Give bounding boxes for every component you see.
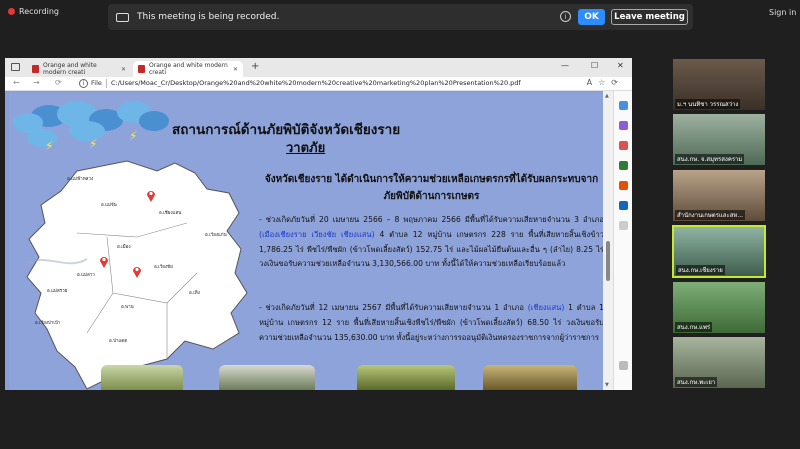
tab-label: Orange and white modern creati: [149, 62, 228, 76]
settings-icon[interactable]: [619, 361, 628, 370]
divider: [106, 79, 107, 88]
maximize-button[interactable]: ☐: [591, 61, 598, 70]
pdf-icon: [138, 65, 145, 73]
crop-damage-photo: [357, 365, 455, 390]
outlook-icon[interactable]: [619, 201, 628, 210]
info-icon[interactable]: i: [560, 11, 571, 22]
browser-tab-1[interactable]: Orange and white modern creati ✕: [27, 61, 131, 77]
tab-actions-icon[interactable]: [11, 63, 20, 71]
map-label: อ.เวียงแก่น: [205, 233, 227, 238]
incident-paragraph-2: - ช่วงเกิดภัยวันที่ 12 เมษายน 2567 มีพื้…: [259, 303, 603, 342]
tab-label: Orange and white modern creati: [43, 62, 97, 76]
map-label: อ.เมือง: [117, 245, 131, 250]
map-label: อ.ป่าแดด: [109, 339, 128, 344]
slide-heading: จังหวัดเชียงราย ได้ดำเนินการให้ความช่วยเ…: [264, 174, 599, 202]
recording-indicator: Recording: [8, 7, 59, 16]
participant-name: สนง.กษ. จ.สมุทรสงคราม: [675, 154, 745, 164]
forward-icon[interactable]: →: [33, 78, 40, 87]
tab-strip: Orange and white modern creati ✕ Orange …: [5, 58, 632, 77]
search-icon[interactable]: [619, 101, 628, 110]
office-icon[interactable]: [619, 181, 628, 190]
participant-name: สนง.กษ.พะเยา: [675, 377, 718, 387]
participant-tile[interactable]: สนง.กษ.แพร่: [672, 281, 766, 334]
corn-damage-photo: [483, 365, 577, 390]
map-label: อ.แม่จัน: [101, 203, 117, 208]
slide-page: ⚡ ⚡ ⚡ อ.แม่ฟ้าหลวง อ.แม่จัน อ.เชียงแสน อ…: [9, 93, 603, 390]
map-label: อ.พาน: [121, 305, 134, 310]
back-icon[interactable]: ←: [13, 78, 20, 87]
new-tab-button[interactable]: +: [251, 61, 259, 72]
participant-name: สนง.กษ.เชียงราย: [676, 265, 725, 275]
scroll-thumb[interactable]: [606, 241, 610, 281]
pdf-icon: [32, 65, 39, 73]
leave-meeting-button[interactable]: Leave meeting: [611, 9, 688, 25]
vertical-scrollbar[interactable]: ▲ ▼: [603, 91, 613, 390]
close-window-button[interactable]: ✕: [617, 61, 624, 70]
incident-paragraph-1: - ช่วงเกิดภัยวันที่ 20 เมษายน 2566 – 8 พ…: [259, 215, 603, 269]
map-label: อ.เวียงป่าเป้า: [35, 321, 61, 326]
shared-browser-window: Orange and white modern creati ✕ Orange …: [5, 58, 632, 390]
map-label: อ.เวียงชัย: [154, 265, 173, 270]
location-pin-icon: [100, 257, 108, 268]
record-dot-icon: [8, 8, 15, 15]
url-field[interactable]: C:/Users/Moac_Cr/Desktop/Orange%20and%20…: [111, 79, 521, 87]
map-label: อ.เทิง: [189, 291, 200, 296]
address-bar: ← → ⟳ i File C:/Users/Moac_Cr/Desktop/Or…: [5, 77, 632, 91]
edge-sidebar: [613, 91, 632, 390]
location-pin-icon: [133, 267, 141, 278]
meeting-topbar: Recording This meeting is being recorded…: [0, 0, 800, 30]
field-photo: [101, 365, 183, 390]
participant-name: สนง.กษ.แพร่: [675, 322, 713, 332]
refresh-icon[interactable]: ⟳: [55, 78, 62, 87]
participant-name: สำนักงานเกษตรและสห...: [675, 210, 746, 220]
tools-icon[interactable]: [619, 161, 628, 170]
page-tools[interactable]: A☆⟳: [587, 78, 624, 87]
participant-tile[interactable]: สนง.กษ.พะเยา: [672, 336, 766, 389]
map-label: อ.แม่สรวย: [47, 289, 68, 294]
map-label: อ.เชียงแสน: [159, 211, 182, 216]
close-tab-icon[interactable]: ✕: [233, 66, 238, 73]
browser-tab-2[interactable]: Orange and white modern creati ✕: [133, 61, 243, 77]
ok-button[interactable]: OK: [578, 9, 605, 25]
file-label: File: [91, 79, 102, 87]
recording-label: Recording: [19, 7, 60, 16]
map-label: อ.แม่ฟ้าหลวง: [67, 177, 94, 182]
location-pin-icon: [147, 191, 155, 202]
sign-in-link[interactable]: Sign in: [769, 8, 796, 17]
map-label: อ.แม่ลาว: [77, 273, 95, 278]
participant-tile[interactable]: สำนักงานเกษตรและสห...: [672, 169, 766, 222]
shopping-icon[interactable]: [619, 141, 628, 150]
scroll-up-icon[interactable]: ▲: [605, 93, 609, 99]
recording-banner: This meeting is being recorded. i OK Lea…: [108, 4, 693, 30]
site-info-icon[interactable]: i: [79, 79, 88, 88]
pdf-viewer[interactable]: ⚡ ⚡ ⚡ อ.แม่ฟ้าหลวง อ.แม่จัน อ.เชียงแสน อ…: [5, 91, 603, 390]
participant-name: ม.ฯ นนทิชา วรรณสว่าง: [675, 99, 741, 109]
close-tab-icon[interactable]: ✕: [121, 66, 126, 73]
add-icon[interactable]: [619, 221, 628, 230]
participant-tile[interactable]: สนง.กษ. จ.สมุทรสงคราม: [672, 113, 766, 166]
active-speaker-tile[interactable]: สนง.กษ.เชียงราย: [672, 225, 766, 278]
minimize-button[interactable]: —: [561, 61, 569, 70]
copilot-icon[interactable]: [619, 121, 628, 130]
participant-tile[interactable]: ม.ฯ นนทิชา วรรณสว่าง: [672, 58, 766, 111]
recording-camera-icon: [116, 12, 129, 22]
slide-subtitle: วาตภัย: [286, 141, 326, 156]
officials-photo: [219, 365, 315, 390]
banner-text: This meeting is being recorded.: [137, 12, 280, 22]
scroll-down-icon[interactable]: ▼: [605, 382, 609, 388]
